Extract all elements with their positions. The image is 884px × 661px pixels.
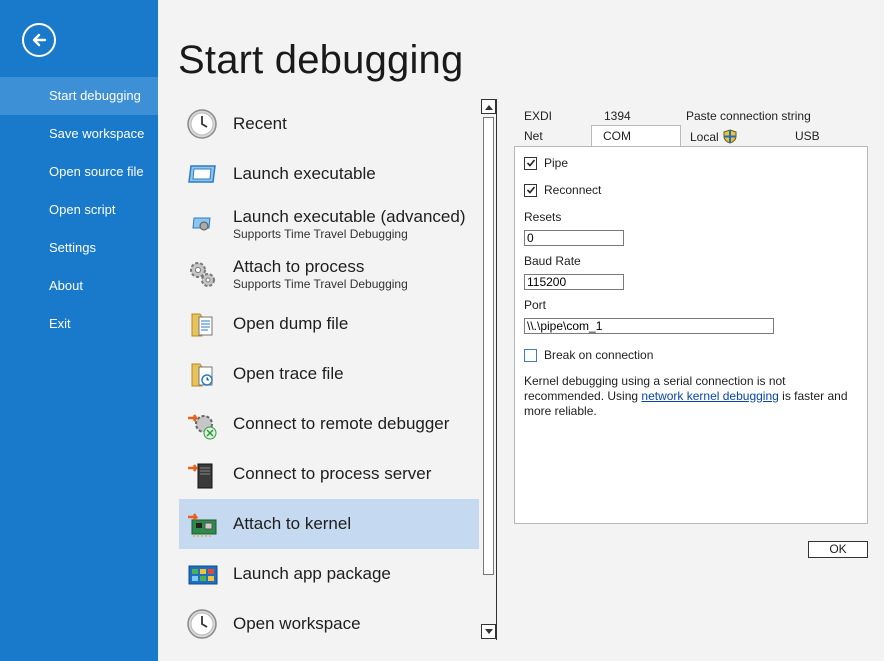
pipe-checkbox[interactable]: Pipe xyxy=(524,156,568,170)
network-kernel-debugging-link[interactable]: network kernel debugging xyxy=(641,389,778,403)
server-icon xyxy=(185,457,219,491)
uac-shield-icon xyxy=(723,129,737,144)
list-item-connect-remote-debugger[interactable]: Connect to remote debugger xyxy=(179,399,479,449)
list-item-sublabel: Supports Time Travel Debugging xyxy=(233,277,408,291)
checkmark-icon xyxy=(526,186,535,194)
baud-rate-label: Baud Rate xyxy=(524,254,581,268)
checkmark-icon xyxy=(526,159,535,167)
gears-icon xyxy=(185,257,219,291)
tab-usb[interactable]: USB xyxy=(795,129,820,143)
list-item-open-workspace[interactable]: Open workspace xyxy=(179,599,479,649)
list-item-launch-executable-advanced[interactable]: Launch executable (advanced) Supports Ti… xyxy=(179,199,479,249)
port-label: Port xyxy=(524,298,547,312)
sidebar-item-exit[interactable]: Exit xyxy=(0,305,158,343)
break-on-connection-label: Break on connection xyxy=(544,348,654,362)
list-item-label: Open dump file xyxy=(233,314,349,333)
list-item-attach-to-kernel[interactable]: Attach to kernel xyxy=(179,499,479,549)
list-item-recent[interactable]: Recent xyxy=(179,99,479,149)
debug-options-list: Recent Launch executable Launch executab… xyxy=(179,99,479,649)
pipe-label: Pipe xyxy=(544,156,569,170)
window-gear-icon xyxy=(185,207,219,241)
serial-warning-text: Kernel debugging using a serial connecti… xyxy=(524,374,854,419)
baud-rate-input[interactable] xyxy=(524,274,624,290)
window-icon xyxy=(185,157,219,191)
list-item-label: Launch executable xyxy=(233,164,376,183)
sidebar-item-open-source-file[interactable]: Open source file xyxy=(0,153,158,191)
clock-icon xyxy=(185,607,219,641)
tab-1394[interactable]: 1394 xyxy=(604,109,631,123)
ok-button[interactable]: OK xyxy=(808,541,868,558)
page-title: Start debugging xyxy=(178,38,464,82)
scroll-up-button[interactable] xyxy=(481,99,496,114)
sidebar-item-settings[interactable]: Settings xyxy=(0,229,158,267)
com-settings-panel: Pipe Reconnect Resets Baud Rate Port Bre… xyxy=(514,146,868,524)
checkbox-box[interactable] xyxy=(524,156,537,170)
tab-paste-connection-string[interactable]: Paste connection string xyxy=(686,109,811,123)
list-item-label: Launch executable (advanced) xyxy=(233,207,466,226)
tab-exdi[interactable]: EXDI xyxy=(524,109,552,123)
list-item-label: Open trace file xyxy=(233,364,344,383)
tab-net[interactable]: Net xyxy=(524,129,543,143)
circuit-board-icon xyxy=(185,507,219,541)
panel-divider xyxy=(496,99,497,640)
arrow-left-icon xyxy=(32,33,47,47)
clock-icon xyxy=(185,107,219,141)
resets-label: Resets xyxy=(524,210,562,224)
tab-com[interactable]: COM xyxy=(591,125,681,147)
list-item-open-trace-file[interactable]: Open trace file xyxy=(179,349,479,399)
tab-label: Local xyxy=(690,129,719,144)
list-item-connect-process-server[interactable]: Connect to process server xyxy=(179,449,479,499)
folder-trace-icon xyxy=(185,357,219,391)
triangle-up-icon xyxy=(484,104,493,110)
list-item-label: Connect to remote debugger xyxy=(233,414,450,433)
list-item-open-dump-file[interactable]: Open dump file xyxy=(179,299,479,349)
list-item-launch-executable[interactable]: Launch executable xyxy=(179,149,479,199)
list-scrollbar[interactable] xyxy=(481,99,496,639)
checkbox-box[interactable] xyxy=(524,348,537,362)
resets-input[interactable] xyxy=(524,230,624,246)
app-package-icon xyxy=(185,557,219,591)
folder-file-icon xyxy=(185,307,219,341)
list-item-label: Open workspace xyxy=(233,614,361,633)
sidebar-item-about[interactable]: About xyxy=(0,267,158,305)
tab-local[interactable]: Local xyxy=(690,129,737,144)
scroll-down-button[interactable] xyxy=(481,624,496,639)
list-item-label: Attach to process xyxy=(233,257,365,276)
list-item-label: Attach to kernel xyxy=(233,514,352,533)
sidebar: Start debugging Save workspace Open sour… xyxy=(0,0,158,661)
remote-debugger-icon xyxy=(185,407,219,441)
triangle-down-icon xyxy=(484,628,493,634)
sidebar-nav: Start debugging Save workspace Open sour… xyxy=(0,77,158,343)
list-item-label: Connect to process server xyxy=(233,464,432,483)
reconnect-checkbox[interactable]: Reconnect xyxy=(524,183,601,197)
list-item-attach-to-process[interactable]: Attach to process Supports Time Travel D… xyxy=(179,249,479,299)
reconnect-label: Reconnect xyxy=(544,183,602,197)
sidebar-item-open-script[interactable]: Open script xyxy=(0,191,158,229)
scroll-thumb[interactable] xyxy=(483,117,494,575)
list-item-label: Launch app package xyxy=(233,564,391,583)
back-button[interactable] xyxy=(22,23,56,57)
sidebar-item-start-debugging[interactable]: Start debugging xyxy=(0,77,158,115)
sidebar-item-save-workspace[interactable]: Save workspace xyxy=(0,115,158,153)
list-item-sublabel: Supports Time Travel Debugging xyxy=(233,227,408,241)
list-item-launch-app-package[interactable]: Launch app package xyxy=(179,549,479,599)
list-item-label: Recent xyxy=(233,114,287,133)
break-on-connection-checkbox[interactable]: Break on connection xyxy=(524,348,653,362)
checkbox-box[interactable] xyxy=(524,183,537,197)
port-input[interactable] xyxy=(524,318,774,334)
